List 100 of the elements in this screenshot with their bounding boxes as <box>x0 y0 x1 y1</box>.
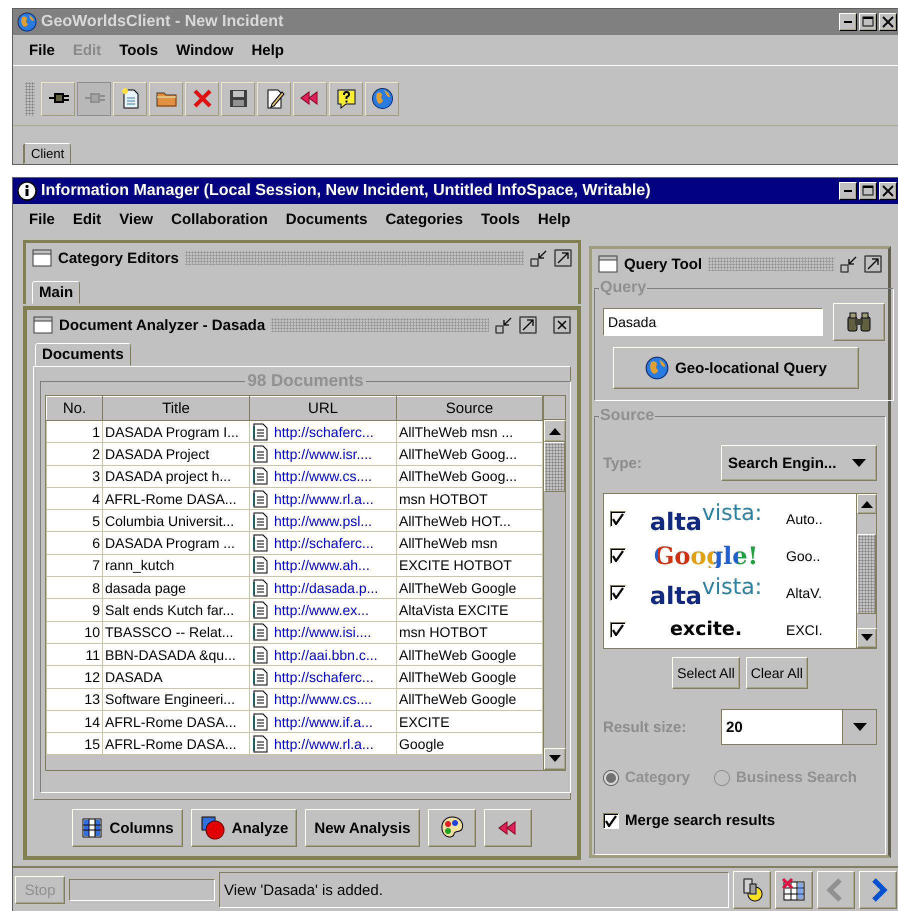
tab[interactable]: Main <box>32 281 80 304</box>
document-icon <box>252 512 270 530</box>
scroll-down-icon <box>548 754 562 764</box>
table-cell: 4 <box>46 487 102 510</box>
maximize-button[interactable] <box>554 249 572 267</box>
document-icon <box>252 490 270 508</box>
frame-title: Document Analyzer - Dasada <box>59 316 266 334</box>
table-cell: rann_kutch <box>102 554 250 577</box>
forward-button[interactable] <box>859 871 897 909</box>
table-cell: 8 <box>46 576 102 599</box>
table-cell: AllTheWeb Google <box>396 666 542 688</box>
minimize-button[interactable] <box>839 182 857 200</box>
table-cell: AllTheWeb Google <box>396 643 542 666</box>
table-cell: dasada page <box>102 576 250 599</box>
type-dropdown[interactable]: Search Engin... <box>721 445 877 481</box>
table-cell: 9 <box>46 598 102 622</box>
table-cell: DASADA Program ... <box>102 532 250 554</box>
geo-query-button[interactable]: Geo-locational Query <box>613 347 859 389</box>
back-button[interactable] <box>484 809 532 847</box>
columns-icon <box>81 817 104 839</box>
search-button[interactable] <box>833 303 885 341</box>
title-grip[interactable] <box>271 318 489 332</box>
table-cell: AllTheWeb Google <box>396 576 542 599</box>
scroll-up-button[interactable] <box>544 420 566 442</box>
table-cell: 10 <box>46 621 102 644</box>
close-icon <box>882 185 894 197</box>
table-cell: DASADA <box>102 666 250 688</box>
toolbar-button[interactable]: Columns <box>72 809 183 847</box>
menu-item[interactable]: Help <box>530 208 578 230</box>
engine-name: AltaV. <box>786 584 822 600</box>
binoculars-icon <box>846 311 872 333</box>
scroll-up-button[interactable] <box>857 494 877 514</box>
table-cell: EXCITE HOTBOT <box>396 554 542 577</box>
table-cell: 1 <box>46 420 102 443</box>
engine-name: Goo.. <box>786 548 820 564</box>
maximize-icon <box>864 255 882 273</box>
menu-item[interactable]: Documents <box>278 208 376 230</box>
toolbar-grip[interactable] <box>25 82 35 116</box>
engine-name: EXCI. <box>786 622 823 638</box>
check-icon <box>612 624 624 636</box>
menu-item[interactable]: File <box>21 40 63 60</box>
table-cell: AllTheWeb Google <box>396 688 542 710</box>
document-icon <box>252 467 270 486</box>
column-header[interactable]: Source <box>396 396 542 420</box>
table-cell: msn HOTBOT <box>396 487 542 510</box>
scroll-down-button[interactable] <box>544 748 566 770</box>
toolbar-button[interactable]: Analyze <box>190 809 298 847</box>
tab[interactable]: Documents <box>35 343 131 366</box>
restore-icon <box>495 316 513 334</box>
result-size-dropdown[interactable]: 20 <box>721 709 877 745</box>
title-grip[interactable] <box>708 257 834 271</box>
checkbox-label: Merge search results <box>625 812 776 829</box>
table-cell: 3 <box>46 465 102 488</box>
scroll-down-button[interactable] <box>857 628 877 648</box>
menu-item[interactable]: Window <box>168 40 242 60</box>
table-cell: EXCITE <box>396 710 542 733</box>
maximize-button[interactable] <box>864 255 882 273</box>
scrollbar-thumb[interactable] <box>857 534 876 614</box>
menu-item[interactable]: View <box>111 208 162 230</box>
menu-item[interactable]: Tools <box>473 208 528 230</box>
minimize-icon <box>844 190 852 192</box>
check-icon <box>612 586 624 598</box>
document-icon <box>252 534 270 552</box>
restore-icon <box>530 249 548 267</box>
table-cell: 2 <box>46 442 102 466</box>
dropdown-arrow-icon <box>852 459 866 467</box>
table-cell: 12 <box>46 666 102 688</box>
checkbox[interactable] <box>603 812 619 828</box>
menu-item[interactable]: Edit <box>64 208 110 230</box>
menu-item[interactable]: Collaboration <box>163 208 276 230</box>
globe-icon <box>645 356 670 380</box>
menu-item[interactable]: File <box>21 208 63 230</box>
minimize-button[interactable] <box>530 249 548 267</box>
menu-item[interactable]: Categories <box>377 208 471 230</box>
minimize-button[interactable] <box>840 255 858 273</box>
menu-item[interactable]: Help <box>243 40 292 60</box>
window-icon <box>32 249 52 267</box>
table-cell: 7 <box>46 554 102 577</box>
select-all-button[interactable]: Select All <box>672 657 740 689</box>
column-header[interactable]: No. <box>46 396 102 420</box>
minimize-button[interactable] <box>495 316 513 334</box>
document-icon <box>252 422 270 441</box>
table-cell: DASADA Program I... <box>102 420 250 443</box>
menu-item[interactable]: Tools <box>111 40 166 60</box>
window-icon <box>33 316 53 334</box>
maximize-button[interactable] <box>519 316 537 334</box>
clear-all-button[interactable]: Clear All <box>746 657 808 689</box>
title-grip[interactable] <box>184 251 524 265</box>
scrollbar-thumb[interactable] <box>544 442 565 492</box>
frame-title: Category Editors <box>58 250 179 266</box>
column-header[interactable]: Title <box>102 396 250 420</box>
minimize-button[interactable] <box>839 13 857 31</box>
tab[interactable]: Client <box>23 143 72 164</box>
close-button[interactable] <box>553 316 571 334</box>
window-icon <box>598 255 618 273</box>
palette-button[interactable] <box>428 809 476 847</box>
table-cell: DASADA project h... <box>102 465 250 488</box>
column-header[interactable]: URL <box>250 396 396 420</box>
query-field[interactable]: Dasada <box>603 308 823 336</box>
toolbar-button[interactable]: New Analysis <box>305 809 420 847</box>
